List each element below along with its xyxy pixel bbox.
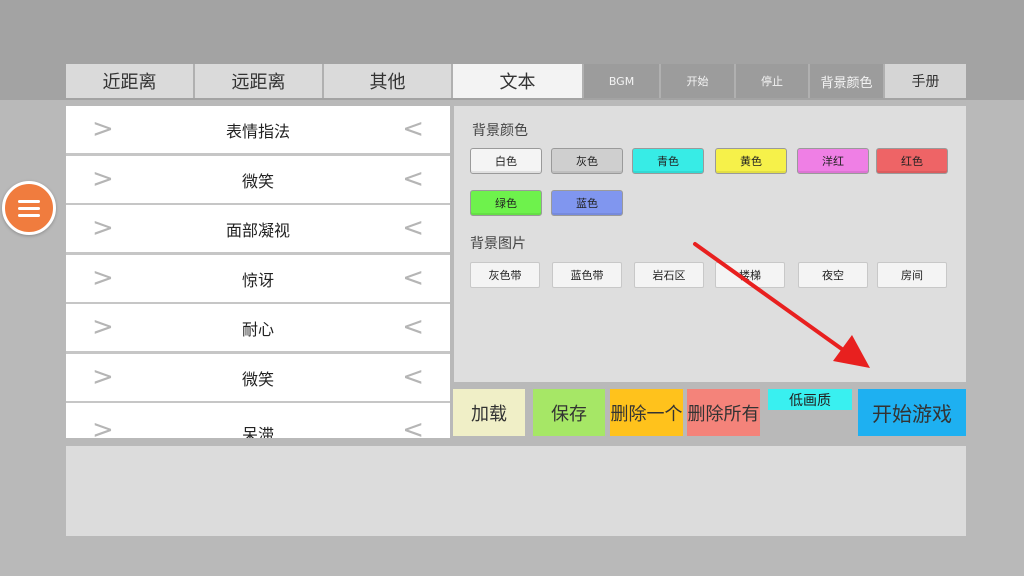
- red-arrow-icon: [693, 242, 870, 368]
